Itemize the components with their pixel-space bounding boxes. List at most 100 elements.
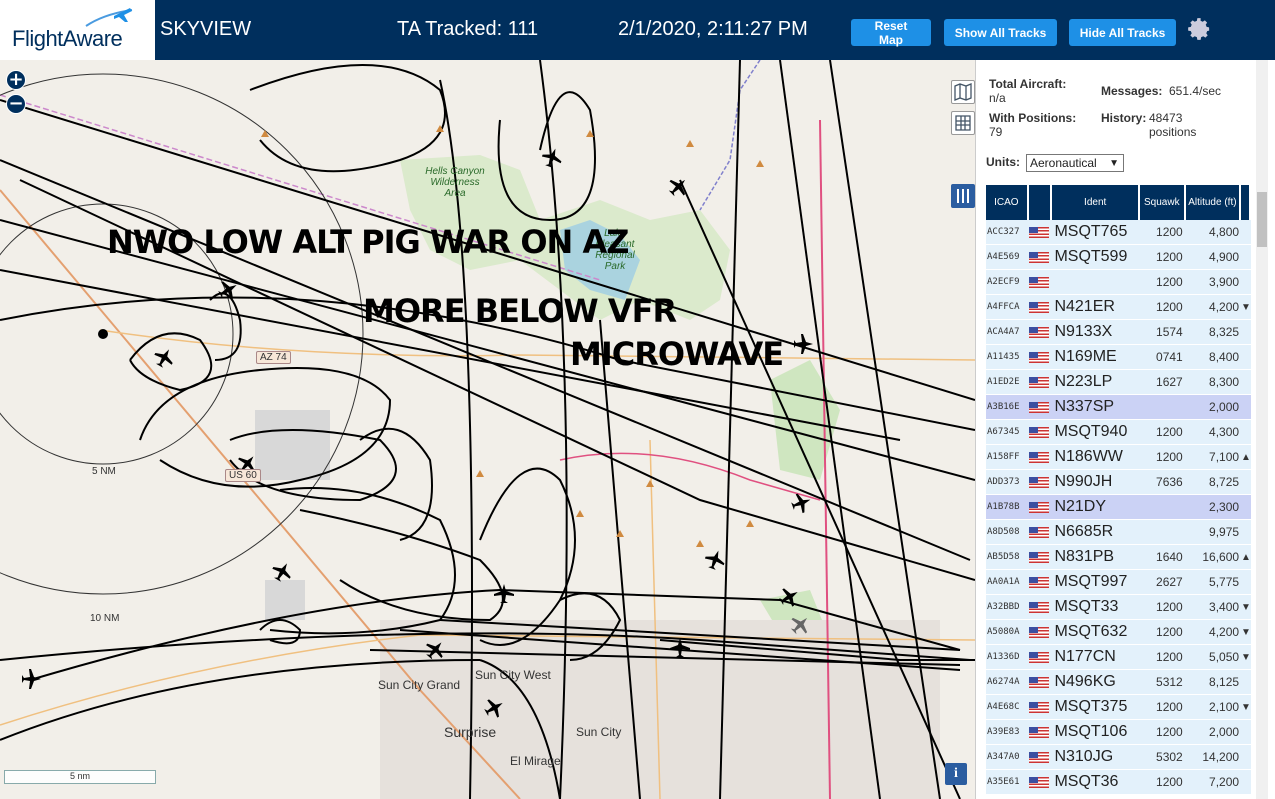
gear-icon[interactable] [1186,16,1212,42]
ident-cell: MSQT36 [1052,770,1140,795]
table-row[interactable]: A6274A N496KG 5312 8,125 [986,670,1251,695]
ident-cell: N223LP [1052,370,1140,395]
table-row[interactable]: A67345 MSQT940 1200 4,300 [986,420,1251,445]
info-button[interactable]: i [945,763,967,785]
squawk-cell: 1200 [1139,245,1186,270]
flag-cell [1028,545,1053,570]
table-row[interactable]: A1ED2E N223LP 1627 8,300 [986,370,1251,395]
trend-cell [1241,570,1251,595]
flag-cell [1028,470,1053,495]
us-flag-icon [1028,477,1049,489]
table-row[interactable]: ACC327 MSQT765 1200 4,800 [986,220,1251,245]
ident-cell: N990JH [1052,470,1140,495]
altitude-cell: 9,975 [1185,520,1242,545]
table-row[interactable]: A4E68C MSQT375 1200 2,100 ▼ [986,695,1251,720]
ident-cell: MSQT632 [1052,620,1140,645]
map-layers-button[interactable] [951,80,975,104]
column-header-altitude[interactable]: Altitude (ft) [1185,185,1242,220]
table-row[interactable]: A2ECF9 1200 3,900 [986,270,1251,295]
flag-cell [1028,270,1053,295]
zoom-out-button[interactable]: − [6,94,26,114]
icao-cell: A3B16E [986,395,1029,420]
squawk-cell: 1200 [1139,720,1186,745]
table-row[interactable]: ACA4A7 N9133X 1574 8,325 [986,320,1251,345]
flag-cell [1028,445,1053,470]
units-label: Units: [986,155,1020,169]
sidebar-scrollbar[interactable] [1256,60,1268,799]
table-row[interactable]: A35E61 MSQT36 1200 7,200 [986,770,1251,795]
table-row[interactable]: ADD373 N990JH 7636 8,725 [986,470,1251,495]
squawk-cell: 1200 [1139,645,1186,670]
table-row[interactable]: A39E83 MSQT106 1200 2,000 [986,720,1251,745]
trend-cell: ▲ [1241,545,1251,570]
receiver-marker [98,329,108,339]
us-flag-icon [1028,427,1049,439]
us-flag-icon [1028,377,1049,389]
trend-cell: ▼ [1241,695,1251,720]
icao-cell: A347A0 [986,745,1029,770]
column-header-icao[interactable]: ICAO [986,185,1029,220]
altitude-cell: 2,100 [1185,695,1242,720]
us-flag-icon [1028,402,1049,414]
flightaware-logo[interactable]: FlightAware [0,0,155,60]
table-row[interactable]: A11435 N169ME 0741 8,400 [986,345,1251,370]
table-row[interactable]: AB5D58 N831PB 1640 16,600 ▲ [986,545,1251,570]
column-header-squawk[interactable]: Squawk [1139,185,1186,220]
top-bar: FlightAware SKYVIEW TA Tracked: 111 2/1/… [0,0,1275,60]
squawk-cell: 1200 [1139,695,1186,720]
table-row[interactable]: A1336D N177CN 1200 5,050 ▼ [986,645,1251,670]
icao-cell: A1ED2E [986,370,1029,395]
ident-cell: MSQT997 [1052,570,1140,595]
trend-cell [1241,770,1251,795]
column-header-ident[interactable]: Ident [1052,185,1140,220]
altitude-cell: 4,200 [1185,620,1242,645]
map-canvas[interactable]: + − Hells Canyon Wilderness Area Lake Pl… [0,60,975,799]
flag-cell [1028,220,1053,245]
table-row[interactable]: A4FFCA N421ER 1200 4,200 ▼ [986,295,1251,320]
ident-cell: N337SP [1052,395,1140,420]
flag-cell [1028,745,1053,770]
table-row[interactable]: A3B16E N337SP 2,000 [986,395,1251,420]
table-row[interactable]: AA0A1A MSQT997 2627 5,775 [986,570,1251,595]
flag-cell [1028,295,1053,320]
table-row[interactable]: A5080A MSQT632 1200 4,200 ▼ [986,620,1251,645]
squawk-cell: 1200 [1139,295,1186,320]
total-aircraft-value: n/a [989,91,1006,105]
squawk-cell: 5302 [1139,745,1186,770]
table-row[interactable]: A32BBD MSQT33 1200 3,400 ▼ [986,595,1251,620]
table-row[interactable]: A1B78B N21DY 2,300 [986,495,1251,520]
icao-cell: A67345 [986,420,1029,445]
grid-toggle-button[interactable] [951,111,975,135]
squawk-cell: 1200 [1139,220,1186,245]
place-surprise: Surprise [444,724,497,740]
icao-cell: A4FFCA [986,295,1029,320]
units-select[interactable]: Aeronautical ▼ [1026,154,1124,172]
icao-cell: A4E569 [986,245,1029,270]
industrial-area [255,410,330,480]
icao-cell: A35E61 [986,770,1029,795]
scrollbar-thumb[interactable] [1257,192,1267,247]
table-row[interactable]: A158FF N186WW 1200 7,100 ▲ [986,445,1251,470]
altitude-cell: 7,200 [1185,770,1242,795]
us-flag-icon [1028,252,1049,264]
table-header-row: ICAO Ident Squawk Altitude (ft) [986,185,1251,220]
sidebar-toggle-button[interactable] [951,184,975,208]
squawk-cell [1139,495,1186,520]
column-header-flag[interactable] [1028,185,1053,220]
hide-all-tracks-button[interactable]: Hide All Tracks [1069,19,1176,46]
icao-cell: A39E83 [986,720,1029,745]
reset-map-button[interactable]: Reset Map [851,19,931,47]
table-row[interactable]: A4E569 MSQT599 1200 4,900 [986,245,1251,270]
trend-cell [1241,220,1251,245]
table-row[interactable]: A8D508 N6685R 9,975 [986,520,1251,545]
altitude-cell: 8,300 [1185,370,1242,395]
ident-cell: MSQT765 [1052,220,1140,245]
altitude-cell: 3,400 [1185,595,1242,620]
squawk-cell: 7636 [1139,470,1186,495]
us-flag-icon [1028,727,1049,739]
show-all-tracks-button[interactable]: Show All Tracks [944,19,1057,46]
zoom-in-button[interactable]: + [6,70,26,90]
us-flag-icon [1028,227,1049,239]
ident-cell: MSQT106 [1052,720,1140,745]
table-row[interactable]: A347A0 N310JG 5302 14,200 [986,745,1251,770]
